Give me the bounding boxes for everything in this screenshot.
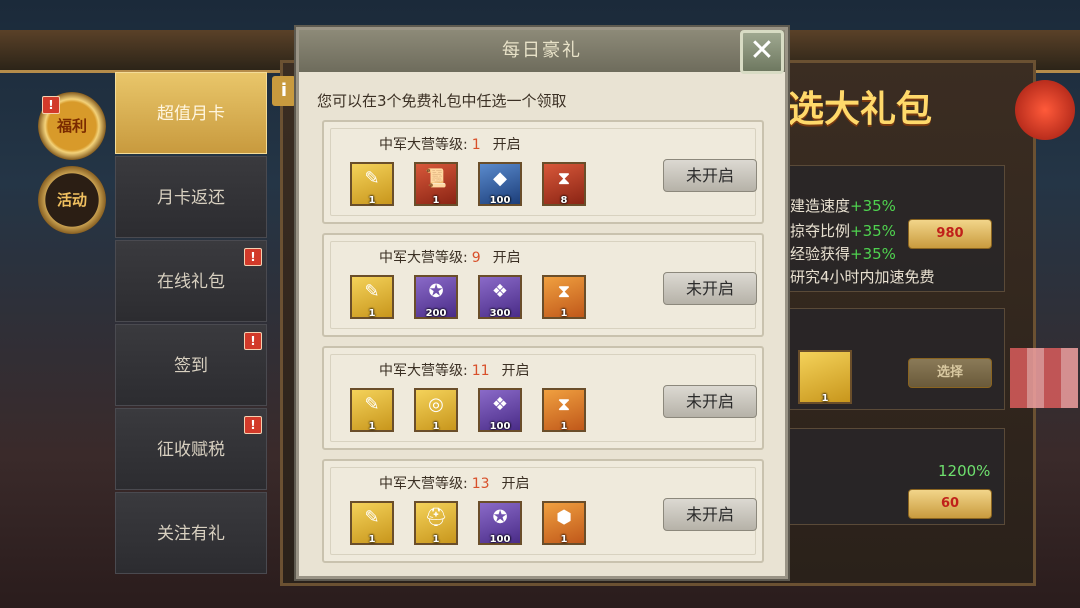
item-quantity: 300 [489,308,511,319]
level-requirement: 中军大营等级: 9 开启 [379,247,521,267]
reward-item-slot[interactable]: ✎ 1 [350,275,394,319]
open-label: 开启 [501,363,530,379]
item-quantity: 1 [368,308,376,319]
not-open-button[interactable]: 未开启 [663,498,757,531]
alert-badge: ! [244,332,262,350]
close-button[interactable]: ✕ [740,30,784,74]
tab-monthly-return[interactable]: 月卡返还 [115,156,267,238]
background-stat: 掠夺比例+35% [790,222,896,240]
close-icon: ✕ [749,33,775,68]
tab-follow-gift[interactable]: 关注有礼 [115,492,267,574]
not-open-button[interactable]: 未开启 [663,272,757,305]
open-label: 开启 [492,137,521,153]
info-icon[interactable]: i [272,76,296,106]
reward-item-slot[interactable]: ⧗ 1 [542,275,586,319]
alert-badge: ! [42,96,60,114]
background-select-button: 选择 [908,358,992,388]
level-label: 中军大营等级: [379,363,468,379]
background-price-button: 60 [908,489,992,519]
reward-item-slot[interactable]: ✎ 1 [350,501,394,545]
level-requirement: 中军大营等级: 13 开启 [379,473,530,493]
item-quantity: 100 [489,421,511,432]
shield-badge-icon: ✪ [428,281,444,302]
alert-badge: ! [244,248,262,266]
open-label: 开启 [492,250,521,266]
gift-card: 中军大营等级: 13 开启 ✎ 1 ⛑ 1 ✪ 100 ⬢ 1 未开启 [322,459,764,563]
helmet-icon: ⛑ [424,507,448,528]
reward-item-slot[interactable]: ❖ 300 [478,275,522,319]
token-icon: ❖ [491,281,509,302]
lantern-icon [1015,80,1075,140]
token-icon: ❖ [491,394,509,415]
gift-card: 中军大营等级: 9 开启 ✎ 1 ✪ 200 ❖ 300 ⧗ 1 未开启 [322,233,764,337]
level-value: 11 [471,363,490,379]
reward-item-slot[interactable]: ◎ 1 [414,388,458,432]
level-label: 中军大营等级: [379,476,468,492]
level-value: 1 [471,137,481,153]
blurred-avatar [1010,348,1078,408]
reward-item-slot[interactable]: ✪ 100 [478,501,522,545]
shield-badge-icon: ✪ [492,507,508,528]
scroll-red-icon: 📜 [424,168,448,189]
scroll-icon: ✎ [364,507,380,528]
level-label: 中军大营等级: [379,250,468,266]
gift-card: 中军大营等级: 11 开启 ✎ 1 ◎ 1 ❖ 100 ⧗ 1 未开启 [322,346,764,450]
dialog-title: 每日豪礼 [502,40,582,61]
level-requirement: 中军大营等级: 11 开启 [379,360,530,380]
background-price-button: 980 [908,219,992,249]
reward-item-slot[interactable]: ⧗ 8 [542,162,586,206]
background-stat: 建造速度+35% [790,197,896,215]
level-label: 中军大营等级: [379,137,468,153]
level-requirement: 中军大营等级: 1 开启 [379,134,521,154]
scroll-icon: ✎ [364,394,380,415]
item-quantity: 1 [560,534,568,545]
item-quantity: 200 [425,308,447,319]
level-value: 9 [471,250,481,266]
dialog-description: 您可以在3个免费礼包中任选一个领取 [317,92,567,110]
reward-item-slot[interactable]: ✎ 1 [350,162,394,206]
reward-item-slot[interactable]: ◆ 100 [478,162,522,206]
gift-card: 中军大营等级: 1 开启 ✎ 1 📜 1 ◆ 100 ⧗ 8 未开启 [322,120,764,224]
alert-badge: ! [244,416,262,434]
reward-item-slot[interactable]: ✎ 1 [350,388,394,432]
gold-nugget-icon: ⬢ [556,507,572,528]
scroll-icon: ✎ [364,281,380,302]
item-quantity: 100 [489,195,511,206]
reward-item-slot[interactable]: ❖ 100 [478,388,522,432]
item-quantity: 8 [560,195,568,206]
item-quantity: 100 [489,534,511,545]
not-open-button[interactable]: 未开启 [663,385,757,418]
hourglass-icon: ⧗ [557,168,571,189]
item-quantity: 1 [368,421,376,432]
item-quantity: 1 [368,195,376,206]
reward-item-slot[interactable]: 📜 1 [414,162,458,206]
daily-gift-dialog: 每日豪礼 ✕ 您可以在3个免费礼包中任选一个领取 中军大营等级: 1 开启 ✎ 1 📜 1 ◆… [296,27,788,579]
item-quantity: 1 [432,421,440,432]
item-quantity: 1 [432,534,440,545]
reward-item-slot[interactable]: ⧗ 1 [542,388,586,432]
gem-icon: ◆ [493,168,507,189]
not-open-button[interactable]: 未开启 [663,159,757,192]
ring-icon: ◎ [428,394,444,415]
background-research-note: 研究4小时内加速免费 [790,268,935,286]
level-value: 13 [471,476,490,492]
background-percent: 1200% [938,462,991,480]
activity-button[interactable]: 活动 [38,166,106,234]
background-item-slot: 1 [798,350,852,404]
item-quantity: 1 [560,421,568,432]
tab-monthly-card[interactable]: 超值月卡 [115,72,267,154]
scroll-icon: ✎ [364,168,380,189]
hourglass-icon: ⧗ [557,394,571,415]
reward-item-slot[interactable]: ✪ 200 [414,275,458,319]
reward-item-slot[interactable]: ⛑ 1 [414,501,458,545]
item-quantity: 1 [368,534,376,545]
item-quantity: 1 [560,308,568,319]
background-title: 选大礼包 [788,89,933,130]
background-stat: 经验获得+35% [790,245,896,263]
open-label: 开启 [501,476,530,492]
hourglass-icon: ⧗ [557,281,571,302]
item-quantity: 1 [432,195,440,206]
reward-item-slot[interactable]: ⬢ 1 [542,501,586,545]
